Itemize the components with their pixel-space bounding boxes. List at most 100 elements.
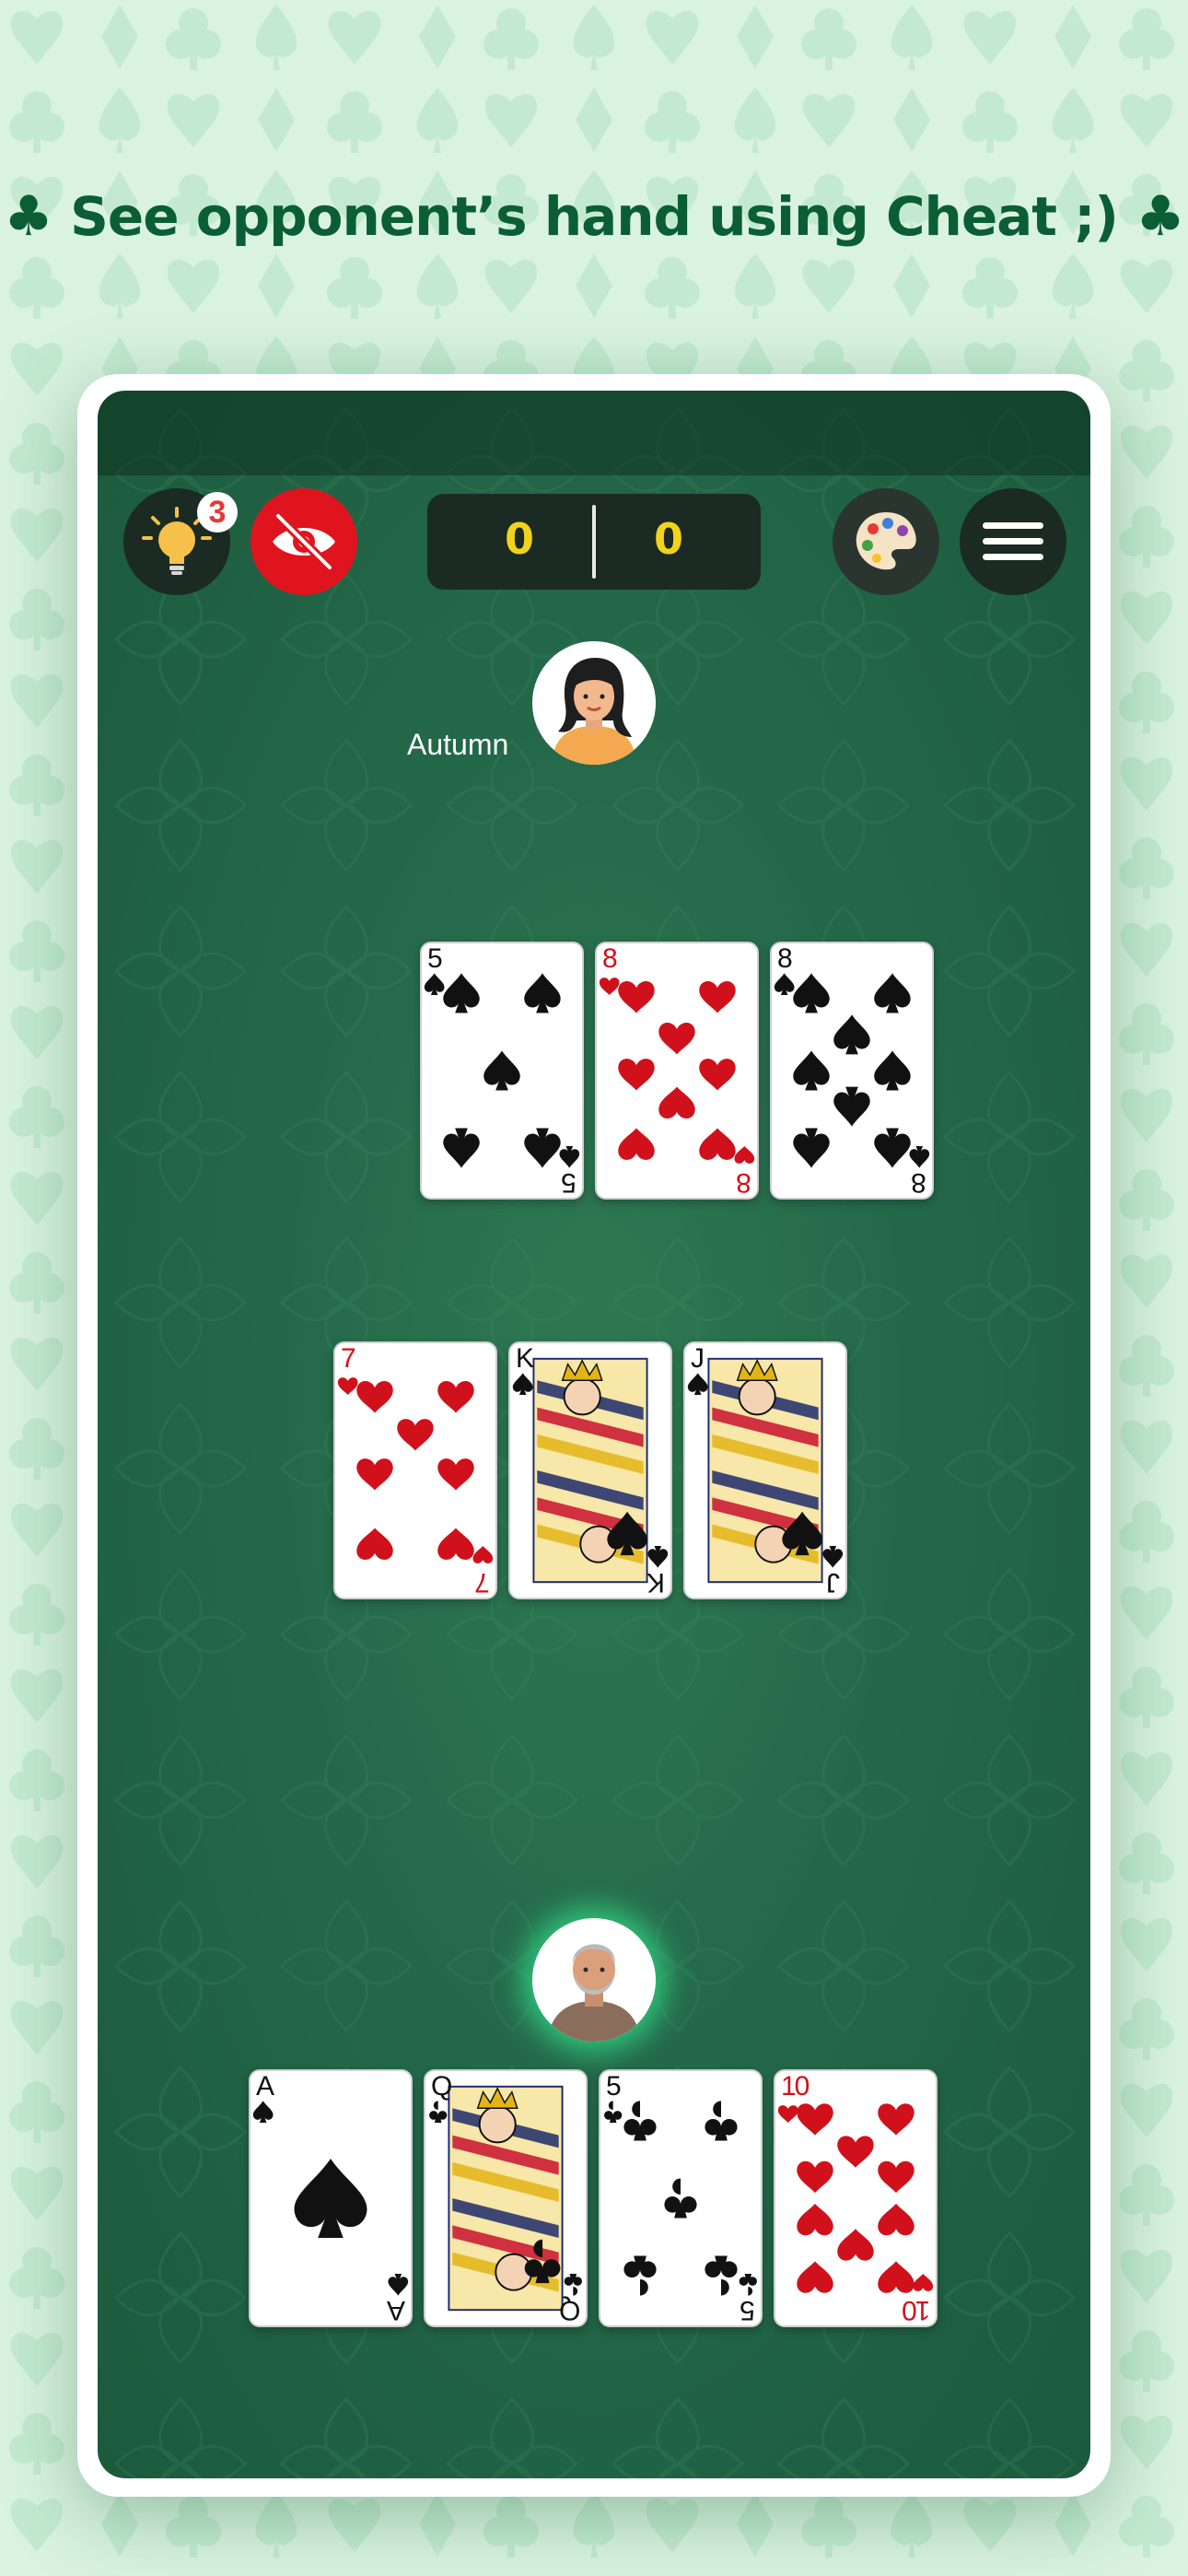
score-right: 0	[653, 514, 683, 564]
spades-corner-icon	[512, 1373, 533, 1395]
spades-corner-icon	[909, 1146, 930, 1168]
clubs-corner-icon	[604, 2101, 623, 2123]
top-band	[98, 391, 1090, 475]
card-face	[512, 1357, 669, 1584]
card-rank-label: 10	[903, 2295, 930, 2325]
hearts-pip-icon	[878, 2103, 914, 2136]
hearts-pip-icon	[837, 2136, 874, 2168]
spades-corner-icon	[647, 1546, 669, 1568]
hearts-corner-icon	[472, 1546, 494, 1563]
face-card-illustration	[707, 1357, 823, 1584]
hearts-pip-icon	[797, 2103, 833, 2136]
card-face	[599, 978, 755, 1164]
card-rank-label: 7	[476, 1567, 490, 1598]
face-card-illustration	[448, 2085, 564, 2312]
spades-corner-icon	[687, 1373, 708, 1395]
menu-icon	[983, 522, 1043, 560]
game-table: 3 0 0 Autumn 5 5 8 8 8 8 7 7 K K J J A A…	[98, 391, 1090, 2478]
card-rank-label: 5	[427, 943, 443, 974]
hearts-corner-icon	[913, 2274, 934, 2291]
hearts-pip-icon	[618, 1059, 655, 1091]
spades-pip-icon	[524, 973, 561, 1013]
card-8-of-hearts[interactable]: 88	[595, 942, 759, 1200]
hearts-pip-icon	[699, 981, 736, 1013]
spades-pip-icon	[793, 973, 830, 1013]
score-left: 0	[504, 514, 534, 564]
spades-pip-icon	[793, 1128, 830, 1168]
card-face	[424, 973, 580, 1168]
card-rank-label: 8	[602, 943, 618, 974]
card-rank-label: K	[516, 1343, 534, 1374]
spades-pip-icon	[874, 1050, 911, 1091]
hearts-pip-icon	[437, 1458, 474, 1491]
promo-headline: ♣ See opponent’s hand using Cheat ;) ♣	[0, 184, 1188, 249]
hearts-pip-icon	[658, 1023, 695, 1055]
hearts-pip-icon	[356, 1528, 393, 1560]
card-rank-label: Q	[431, 2071, 452, 2102]
hearts-pip-icon	[437, 1528, 474, 1560]
spades-corner-icon	[559, 1146, 580, 1168]
clubs-corner-icon	[739, 2274, 757, 2296]
hearts-pip-icon	[618, 1128, 655, 1160]
card-8-of-spades[interactable]: 88	[770, 942, 934, 1200]
card-K-of-spades[interactable]: KK	[508, 1341, 672, 1599]
hearts-pip-icon	[797, 2261, 833, 2293]
card-face	[429, 2085, 582, 2312]
spades-corner-icon	[822, 1546, 844, 1568]
card-rank-label: Q	[560, 2295, 580, 2325]
spades-pip-icon	[483, 1050, 520, 1091]
spades-pip-icon	[443, 973, 480, 1013]
promo-headline-text: See opponent’s hand using Cheat ;)	[70, 185, 1119, 248]
card-face	[777, 2103, 934, 2293]
spades-pip-icon	[294, 2158, 367, 2239]
spades-pip-icon	[874, 973, 911, 1013]
theme-button[interactable]	[833, 488, 939, 595]
card-rank-label: 5	[563, 1167, 577, 1198]
card-7-of-hearts[interactable]: 77	[333, 1341, 497, 1599]
card-J-of-spades[interactable]: JJ	[683, 1341, 847, 1599]
card-5-of-clubs[interactable]: 55	[599, 2069, 763, 2327]
spades-pip-icon	[833, 1086, 870, 1127]
scoreboard: 0 0	[427, 494, 761, 590]
card-rank-label: 5	[741, 2295, 755, 2325]
card-A-of-spades[interactable]: AA	[249, 2069, 413, 2327]
spades-pip-icon	[793, 1050, 830, 1091]
clubs-pip-icon	[705, 2255, 738, 2296]
card-10-of-hearts[interactable]: 10 10	[774, 2069, 938, 2327]
clubs-pip-icon	[623, 2101, 657, 2141]
face-card-illustration	[532, 1357, 648, 1584]
cheat-toggle-button[interactable]	[250, 488, 357, 595]
clubs-pip-icon	[623, 2255, 657, 2296]
hearts-pip-icon	[797, 2203, 833, 2236]
clubs-corner-icon	[564, 2274, 582, 2296]
spades-corner-icon	[774, 973, 795, 995]
club-icon: ♣	[1136, 184, 1185, 249]
hearts-corner-icon	[734, 1146, 755, 1164]
card-face	[252, 2101, 409, 2296]
hint-button[interactable]: 3	[123, 488, 238, 595]
hearts-pip-icon	[397, 1419, 434, 1451]
spades-pip-icon	[874, 1128, 911, 1168]
hearts-corner-icon	[599, 978, 620, 995]
menu-button[interactable]	[960, 488, 1066, 595]
hearts-pip-icon	[699, 1128, 736, 1160]
hearts-pip-icon	[878, 2203, 914, 2236]
card-face	[774, 973, 930, 1168]
opponent-name: Autumn	[407, 728, 509, 761]
club-icon: ♣	[4, 184, 53, 249]
score-divider	[592, 505, 596, 579]
spades-pip-icon	[524, 1128, 561, 1168]
card-Q-of-clubs[interactable]: QQ	[424, 2069, 588, 2327]
palette-icon	[856, 512, 916, 570]
hearts-pip-icon	[797, 2160, 833, 2194]
spades-corner-icon	[252, 2101, 274, 2123]
card-face	[337, 1377, 494, 1563]
hearts-pip-icon	[356, 1381, 393, 1413]
spades-pip-icon	[833, 1014, 870, 1055]
card-5-of-spades[interactable]: 55	[420, 942, 584, 1200]
hearts-pip-icon	[878, 2261, 914, 2293]
hearts-pip-icon	[699, 1059, 736, 1091]
spades-corner-icon	[424, 973, 445, 995]
hearts-pip-icon	[618, 981, 655, 1013]
hint-count-badge: 3	[197, 492, 238, 533]
